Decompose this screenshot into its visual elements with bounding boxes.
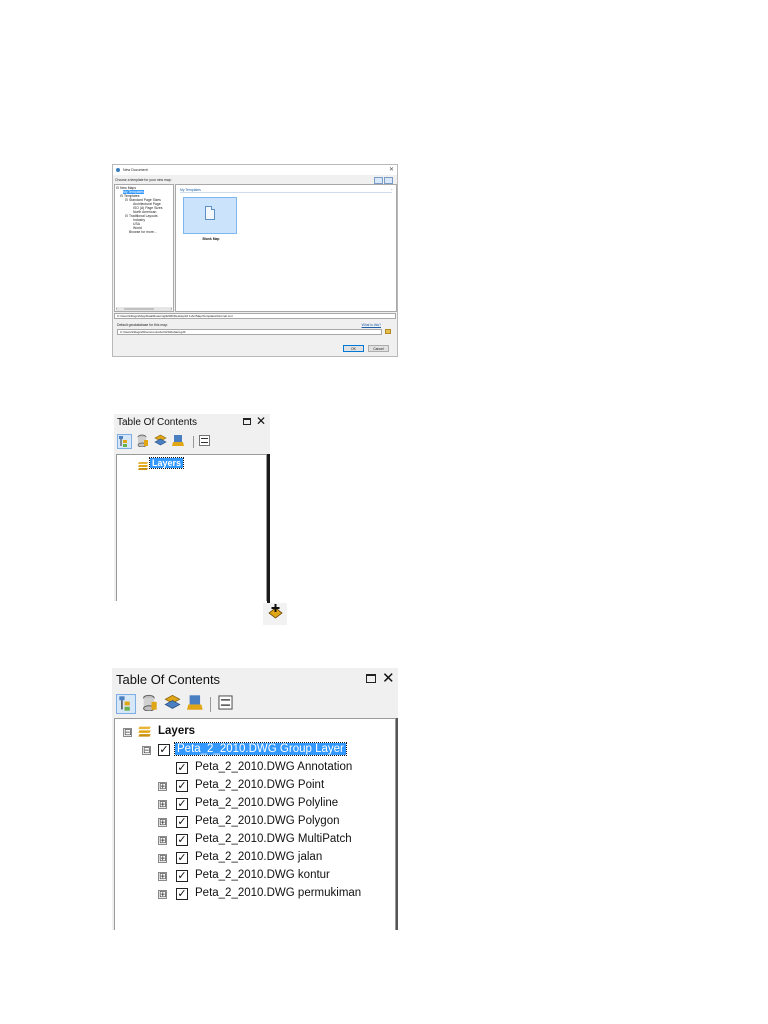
tree-row-group-layer: ⊟ ✓ Peta_2_2010.DWG Group Layer	[142, 742, 382, 760]
restore-window-icon[interactable]	[366, 674, 376, 683]
list-by-source-icon[interactable]	[135, 434, 150, 449]
expand-icon[interactable]: ⊞	[158, 818, 167, 827]
tree-row-sublayer: ⊞ ✓ Peta_2_2010.DWG kontur	[158, 868, 388, 886]
expand-icon[interactable]: ⊞	[158, 890, 167, 899]
close-icon[interactable]: ✕	[256, 414, 266, 428]
visibility-checkbox[interactable]: ✓	[176, 798, 188, 810]
default-gdb-dropdown[interactable]: C:\Users\Nilograf\Documents\ArcGIS\Defau…	[117, 329, 382, 335]
expand-icon[interactable]: ⊞	[158, 854, 167, 863]
template-gallery: My Templates ⌄ Blank Map	[175, 184, 397, 312]
list-by-drawing-order-icon[interactable]	[116, 694, 136, 714]
tree-row-layers: ⊟ Layers	[123, 724, 323, 742]
toc-layer-tree: Layers	[116, 454, 267, 601]
template-path-field[interactable]: C:\Users\Nilograf\AppData\Roaming\ESRI\D…	[114, 313, 396, 319]
toolbar-separator	[210, 697, 211, 712]
visibility-checkbox[interactable]: ✓	[176, 834, 188, 846]
tree-item-browse-for-more[interactable]: Browse for more...	[129, 230, 157, 234]
template-prompt: Choose a template for your new map:	[115, 178, 172, 182]
collapse-icon[interactable]: ⊟	[123, 728, 132, 737]
visibility-checkbox[interactable]: ✓	[176, 780, 188, 792]
panel-title: Table Of Contents	[117, 417, 198, 428]
visibility-checkbox[interactable]: ✓	[176, 870, 188, 882]
tree-expander[interactable]: ⊟	[120, 194, 123, 198]
blank-document-icon	[205, 206, 215, 220]
visibility-checkbox[interactable]: ✓	[176, 852, 188, 864]
folder-icon[interactable]	[385, 329, 391, 334]
tree-expander[interactable]: ⊟	[125, 198, 128, 202]
table-of-contents-panel: Table Of Contents ✕ ⊟ Layers ⊟ ✓ Peta_2_…	[112, 668, 398, 930]
tree-row-sublayer: ✓ Peta_2_2010.DWG Annotation	[158, 760, 388, 778]
scroll-right-icon[interactable]: ›	[171, 306, 172, 311]
drag-add-icon	[268, 604, 283, 624]
sublayer-label[interactable]: Peta_2_2010.DWG kontur	[195, 869, 330, 881]
arcmap-app-icon	[116, 168, 120, 172]
restore-window-icon[interactable]	[243, 418, 251, 425]
expand-icon[interactable]: ⊞	[158, 800, 167, 809]
toolbar-separator	[193, 436, 194, 448]
layers-data-frame[interactable]: Layers	[148, 457, 185, 469]
scrollbar-thumb[interactable]	[124, 308, 154, 310]
collapse-icon[interactable]: ⊟	[142, 746, 151, 755]
tree-row-sublayer: ⊞ ✓ Peta_2_2010.DWG permukiman	[158, 886, 388, 904]
details-view-icon[interactable]	[384, 177, 393, 184]
sublayer-label[interactable]: Peta_2_2010.DWG Polyline	[195, 797, 338, 809]
large-icons-view-icon[interactable]	[374, 177, 383, 184]
visibility-checkbox[interactable]: ✓	[176, 888, 188, 900]
panel-edge	[396, 718, 398, 930]
list-by-visibility-icon[interactable]	[153, 434, 168, 449]
tree-horizontal-scrollbar[interactable]: ‹ ›	[116, 306, 172, 311]
collapse-section-icon[interactable]: ⌄	[390, 187, 393, 191]
dialog-title: New Document	[123, 168, 148, 172]
cancel-button[interactable]: Cancel	[368, 345, 389, 352]
view-toggle	[373, 177, 393, 184]
sublayer-label[interactable]: Peta_2_2010.DWG Polygon	[195, 815, 339, 827]
ok-button[interactable]: OK	[343, 345, 364, 352]
list-by-drawing-order-icon[interactable]	[117, 434, 132, 449]
visibility-checkbox[interactable]: ✓	[158, 744, 170, 756]
what-is-this-link[interactable]: What is this?	[362, 323, 381, 327]
list-by-selection-icon[interactable]	[171, 434, 186, 449]
toc-layer-tree: ⊟ Layers ⊟ ✓ Peta_2_2010.DWG Group Layer…	[114, 718, 396, 930]
template-tree[interactable]: ⊟ New Maps My Templates ⊟ Templates ⊟ St…	[114, 184, 174, 312]
default-gdb-label: Default geodatabase for this map:	[117, 323, 168, 327]
dialog-titlebar: New Document ✕	[113, 165, 397, 175]
options-icon[interactable]	[197, 434, 212, 449]
layers-data-frame[interactable]: Layers	[158, 725, 195, 737]
close-icon[interactable]: ✕	[382, 669, 395, 687]
new-document-dialog: New Document ✕ Choose a template for you…	[112, 164, 398, 357]
template-label: Blank Map	[202, 237, 220, 241]
expand-icon[interactable]: ⊞	[158, 836, 167, 845]
list-by-visibility-icon[interactable]	[162, 694, 182, 714]
tree-row-sublayer: ⊞ ✓ Peta_2_2010.DWG jalan	[158, 850, 388, 868]
sublayer-label[interactable]: Peta_2_2010.DWG Point	[195, 779, 324, 791]
visibility-checkbox[interactable]: ✓	[176, 816, 188, 828]
tree-row-sublayer: ⊞ ✓ Peta_2_2010.DWG Point	[158, 778, 388, 796]
close-icon[interactable]: ✕	[389, 166, 394, 173]
section-divider	[180, 192, 392, 193]
tree-row-sublayer: ⊞ ✓ Peta_2_2010.DWG Polygon	[158, 814, 388, 832]
sublayer-label[interactable]: Peta_2_2010.DWG jalan	[195, 851, 322, 863]
scroll-left-icon[interactable]: ‹	[116, 306, 117, 311]
panel-edge	[267, 454, 270, 615]
tree-expander[interactable]: ⊟	[125, 214, 128, 218]
sublayer-label[interactable]: Peta_2_2010.DWG MultiPatch	[195, 833, 352, 845]
expand-icon[interactable]: ⊞	[158, 782, 167, 791]
drag-add-cursor	[263, 603, 287, 625]
expand-icon[interactable]: ⊞	[158, 872, 167, 881]
layers-stack-icon	[137, 460, 149, 474]
sublayer-label[interactable]: Peta_2_2010.DWG Annotation	[195, 761, 352, 773]
tree-row-sublayer: ⊞ ✓ Peta_2_2010.DWG MultiPatch	[158, 832, 388, 850]
sublayer-label[interactable]: Peta_2_2010.DWG permukiman	[195, 887, 361, 899]
blank-map-template[interactable]: Blank Map	[183, 197, 237, 241]
tree-row-sublayer: ⊞ ✓ Peta_2_2010.DWG Polyline	[158, 796, 388, 814]
layers-stack-icon	[137, 724, 152, 741]
options-icon[interactable]	[215, 694, 235, 714]
panel-title: Table Of Contents	[116, 672, 221, 687]
tree-expander[interactable]: ⊟	[116, 186, 119, 190]
visibility-checkbox[interactable]: ✓	[176, 762, 188, 774]
list-by-source-icon[interactable]	[139, 694, 159, 714]
table-of-contents-panel-empty: Table Of Contents ✕ Layers	[114, 414, 270, 615]
group-layer-label[interactable]: Peta_2_2010.DWG Group Layer	[174, 742, 347, 756]
list-by-selection-icon[interactable]	[185, 694, 205, 714]
